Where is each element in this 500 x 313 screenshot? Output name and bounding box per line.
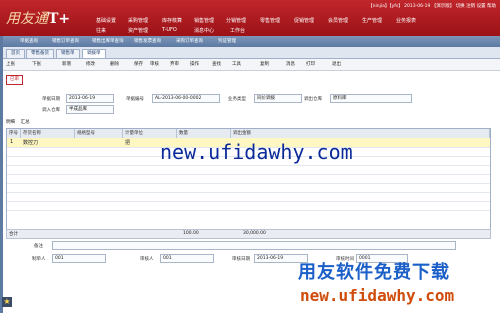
maker-label: 制单人 (32, 257, 46, 262)
copy-button[interactable]: 复制 (260, 61, 269, 67)
nav-ufo[interactable]: T-UFO (162, 27, 177, 33)
cell-unit[interactable]: 把 (125, 139, 130, 146)
nav-member[interactable]: 会员管理 (328, 17, 348, 24)
tools-menu[interactable]: 工具 (232, 61, 241, 67)
next-button[interactable]: 下张 (32, 61, 41, 67)
nav-ar-ap[interactable]: 往来 (96, 27, 106, 34)
new-button[interactable]: 新增 (62, 61, 71, 67)
session-text: 【ninjia】【yfs】 2013-06-19 【演示版】 (368, 4, 455, 9)
col-name: 存货名称 (21, 129, 75, 138)
settings-link[interactable]: 设置 (477, 4, 486, 9)
col-amount: 调出金额 (231, 129, 490, 138)
edit-button[interactable]: 修改 (86, 61, 95, 67)
doc-tab-sales[interactable]: 销售单 (56, 49, 80, 58)
sum-label: 合计 (9, 232, 18, 237)
nav-sales[interactable]: 销售管理 (194, 17, 214, 24)
code-label: 单据编号 (126, 97, 144, 102)
table-row[interactable] (7, 201, 490, 211)
sum-row: 合计 100.00 30,000.00 (6, 229, 491, 239)
tab-summary[interactable]: 汇总 (21, 120, 30, 125)
doc-tab-home[interactable]: 首页 (6, 49, 25, 58)
auditor-label: 审核人 (140, 257, 154, 262)
table-view-tabs: 明细 汇总 (6, 119, 30, 125)
remark-field[interactable] (52, 241, 456, 250)
unaudit-button[interactable]: 弃审 (170, 61, 179, 67)
in-warehouse-label: 调入仓库 (42, 108, 60, 113)
logout-link[interactable]: 注销 (466, 4, 475, 9)
out-warehouse-label: 调出仓库 (304, 97, 322, 102)
toolbar: 上张 下张 新增 修改 删除 保存 审核 弃审 操作 查找 工具 复制 消息 打… (0, 59, 500, 71)
star-icon[interactable]: ★ (2, 297, 12, 307)
sum-amount: 30,000.00 (243, 231, 266, 236)
audit-button[interactable]: 审核 (150, 61, 159, 67)
app-logo: 用友通T+ (6, 11, 71, 27)
tab-sales-outbound-query[interactable]: 销售出库单查询 (92, 38, 124, 46)
type-field[interactable]: 同价调拨 (254, 94, 302, 103)
tab-voucher[interactable]: 凭证管理 (218, 38, 236, 46)
col-unit: 计量单位 (123, 129, 177, 138)
in-warehouse-field[interactable]: 半成品库 (66, 105, 114, 114)
nav-basic-settings[interactable]: 基础设置 (96, 17, 116, 24)
doc-tab-retail[interactable]: 零售备货 (26, 49, 54, 58)
delete-button[interactable]: 删除 (110, 61, 119, 67)
session-info: 【ninjia】【yfs】 2013-06-19 【演示版】 切换 注销 设置 … (368, 3, 496, 9)
tab-doc-query[interactable]: 单据查询 (20, 38, 38, 46)
auditor-field: 001 (160, 254, 214, 263)
exit-button[interactable]: 退出 (332, 61, 341, 67)
audit-date-label: 审核日期 (232, 257, 250, 262)
out-warehouse-field[interactable]: 原料库 (330, 94, 412, 103)
col-qty: 数量 (177, 129, 231, 138)
sum-qty: 100.00 (183, 231, 199, 236)
col-no: 序号 (7, 129, 21, 138)
find-button[interactable]: 查找 (212, 61, 221, 67)
left-edge-bar (0, 36, 3, 313)
print-menu[interactable]: 打印 (306, 61, 315, 67)
prev-button[interactable]: 上张 (6, 61, 15, 67)
nav-inventory[interactable]: 库存核算 (162, 17, 182, 24)
watermark-url-bottom: new.ufidawhy.com (300, 286, 455, 305)
date-field[interactable]: 2013-06-19 (66, 94, 114, 103)
status-badge: 已审 (6, 75, 23, 85)
nav-promotion[interactable]: 促销管理 (294, 17, 314, 24)
nav-production[interactable]: 生产管理 (362, 17, 382, 24)
doc-tab-transfer[interactable]: 调拨单 (82, 49, 106, 58)
watermark-cn: 用友软件免费下载 (298, 262, 450, 283)
help-link[interactable]: 帮助 (487, 4, 496, 9)
tab-sales-order-query[interactable]: 销售订单查询 (52, 38, 79, 46)
document-tabs: 首页 零售备货 销售单 调拨单 (0, 47, 500, 59)
code-field[interactable]: AL-2013-06-00-0002 (152, 94, 220, 103)
col-spec: 规格型号 (75, 129, 123, 138)
function-tabbar: 单据查询 销售订单查询 销售出库单查询 销售发票查询 采购订单查询 凭证管理 (0, 36, 500, 47)
save-button[interactable]: 保存 (134, 61, 143, 67)
nav-retail[interactable]: 零售管理 (260, 17, 280, 24)
nav-messages[interactable]: 消息中心 (194, 27, 214, 34)
maker-field: 001 (52, 254, 106, 263)
cell-no: 1 (10, 139, 14, 145)
remark-label: 备注 (34, 244, 43, 249)
nav-workbench[interactable]: 工作台 (230, 27, 245, 34)
tab-sales-invoice-query[interactable]: 销售发票查询 (134, 38, 161, 46)
nav-reports[interactable]: 业务报表 (396, 17, 416, 24)
date-label: 单据日期 (42, 97, 60, 102)
tab-purchase-order-query[interactable]: 采购订单查询 (176, 38, 203, 46)
nav-assets[interactable]: 资产管理 (128, 27, 148, 34)
switch-link[interactable]: 切换 (456, 4, 465, 9)
message-button[interactable]: 消息 (286, 61, 295, 67)
watermark-url-center: new.ufidawhy.com (160, 140, 353, 164)
nav-purchase[interactable]: 采购管理 (128, 17, 148, 24)
nav-distribution[interactable]: 分销管理 (226, 17, 246, 24)
type-label: 业务类型 (228, 97, 246, 102)
cell-name[interactable]: 数控刀 (23, 139, 38, 146)
tab-detail[interactable]: 明细 (6, 120, 15, 125)
operation-menu[interactable]: 操作 (190, 61, 199, 67)
